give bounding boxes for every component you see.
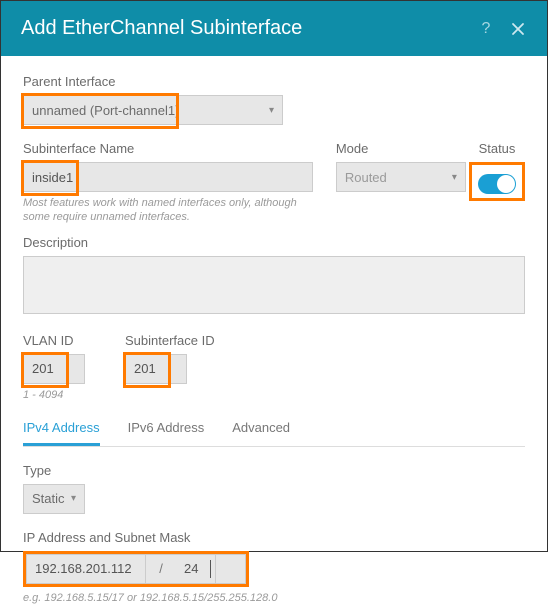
subinterface-name-input[interactable]: inside1 [23, 162, 313, 192]
chevron-down-icon: ▾ [269, 105, 274, 116]
status-toggle[interactable] [478, 174, 516, 194]
vlan-id-value: 201 [32, 361, 54, 376]
type-select[interactable]: Static ▾ [23, 484, 85, 514]
subinterface-name-label: Subinterface Name [23, 141, 318, 156]
mode-select[interactable]: Routed ▾ [336, 162, 466, 192]
subinterface-name-field: Subinterface Name inside1 Most features … [23, 141, 318, 225]
ip-address-label: IP Address and Subnet Mask [23, 530, 525, 545]
ip-hint: e.g. 192.168.5.15/17 or 192.168.5.15/255… [23, 591, 525, 605]
subinterface-id-label: Subinterface ID [125, 333, 215, 348]
ip-tail-spacer [216, 554, 246, 584]
dialog-body: Parent Interface unnamed (Port-channel1)… [1, 56, 547, 605]
type-field: Type Static ▾ [23, 463, 525, 514]
ip-slash-separator: / [146, 554, 176, 584]
tab-advanced[interactable]: Advanced [232, 412, 290, 446]
chevron-down-icon: ▾ [71, 493, 76, 504]
status-highlight [469, 162, 525, 201]
ip-address-field: IP Address and Subnet Mask 192.168.201.1… [23, 530, 525, 605]
ip-highlight: 192.168.201.112 / 24 [23, 551, 249, 587]
ip-address-value: 192.168.201.112 [35, 561, 132, 576]
subinterface-name-value: inside1 [32, 170, 73, 185]
subinterface-id-value: 201 [134, 361, 156, 376]
subnet-mask-input[interactable]: 24 [176, 554, 216, 584]
vlan-id-label: VLAN ID [23, 333, 85, 348]
type-label: Type [23, 463, 525, 478]
status-label: Status [469, 141, 525, 156]
status-field: Status [469, 141, 525, 204]
mode-label: Mode [336, 141, 469, 156]
dialog-header: Add EtherChannel Subinterface ? [1, 1, 547, 56]
vlan-id-hint: 1 - 4094 [23, 388, 85, 402]
subinterface-id-input[interactable]: 201 [125, 354, 187, 384]
close-icon[interactable] [509, 20, 527, 38]
dialog-title: Add EtherChannel Subinterface [21, 17, 463, 40]
address-tabs: IPv4 Address IPv6 Address Advanced [23, 412, 525, 447]
mode-field: Mode Routed ▾ [336, 141, 469, 192]
chevron-down-icon: ▾ [452, 172, 457, 183]
ip-address-input[interactable]: 192.168.201.112 [26, 554, 146, 584]
toggle-knob [497, 175, 515, 193]
description-input[interactable] [23, 256, 525, 314]
subinterface-name-hint: Most features work with named interfaces… [23, 196, 318, 225]
description-label: Description [23, 235, 525, 250]
parent-interface-label: Parent Interface [23, 74, 525, 89]
parent-interface-value: unnamed (Port-channel1) [32, 103, 179, 118]
mode-value: Routed [345, 170, 387, 185]
vlan-id-input[interactable]: 201 [23, 354, 85, 384]
parent-interface-field: Parent Interface unnamed (Port-channel1)… [23, 74, 525, 125]
tab-ipv6[interactable]: IPv6 Address [128, 412, 205, 446]
type-value: Static [32, 491, 65, 506]
subinterface-id-field: Subinterface ID 201 [125, 333, 215, 384]
help-icon[interactable]: ? [477, 20, 495, 38]
description-field: Description [23, 235, 525, 317]
tab-ipv4[interactable]: IPv4 Address [23, 412, 100, 446]
parent-interface-select[interactable]: unnamed (Port-channel1) ▾ [23, 95, 283, 125]
vlan-id-field: VLAN ID 201 1 - 4094 [23, 333, 85, 402]
subnet-mask-value: 24 [184, 561, 198, 576]
